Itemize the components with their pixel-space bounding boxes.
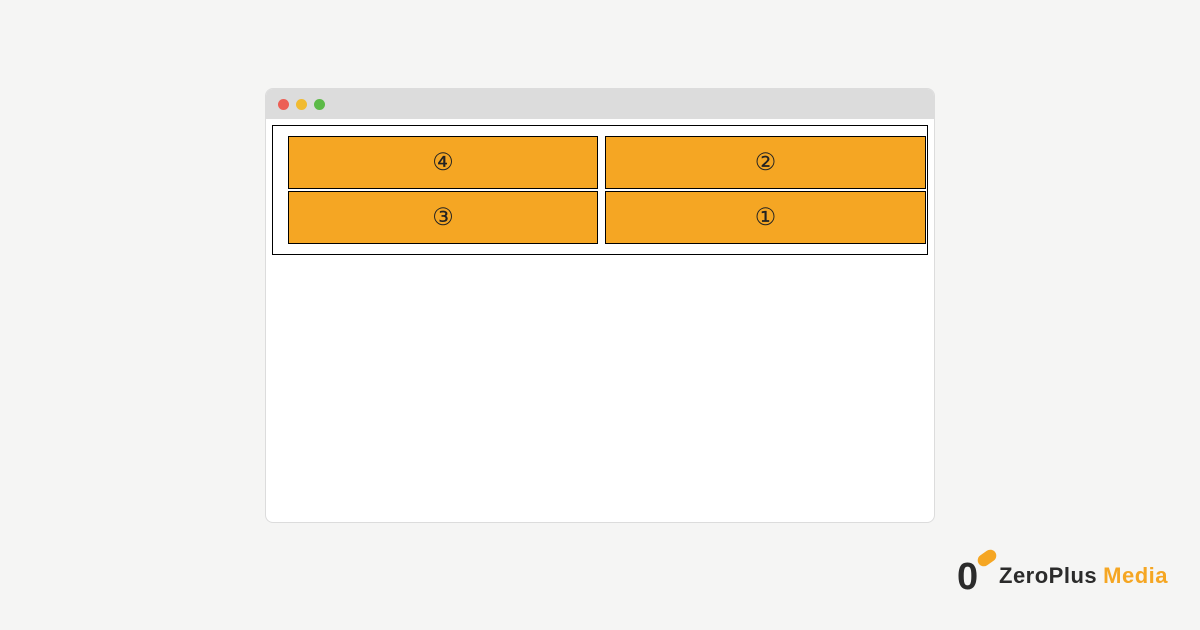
viewport: ④ ② ③ ① [266, 119, 934, 261]
flex-container-demo: ④ ② ③ ① [272, 125, 928, 255]
logo-word-primary: ZeroPlus [999, 563, 1097, 589]
brand-logo: 0 ZeroPlus Media [957, 554, 1168, 598]
traffic-light-minimize-icon[interactable] [296, 99, 307, 110]
logo-accent-icon [975, 547, 998, 568]
window-titlebar [266, 89, 934, 119]
flex-item-label: ③ [432, 203, 454, 232]
logo-zero-glyph: 0 [957, 558, 978, 596]
browser-window-mock: ④ ② ③ ① [265, 88, 935, 523]
flex-item-label: ④ [432, 148, 454, 177]
flex-item-4: ④ [288, 136, 598, 189]
flex-item-3: ③ [288, 191, 598, 244]
logo-mark-icon: 0 [957, 554, 993, 598]
flex-item-2: ② [605, 136, 926, 189]
logo-word-secondary: Media [1103, 563, 1168, 589]
flex-item-label: ② [755, 148, 777, 177]
traffic-light-zoom-icon[interactable] [314, 99, 325, 110]
flex-item-1: ① [605, 191, 926, 244]
flex-item-label: ① [755, 203, 777, 232]
traffic-light-close-icon[interactable] [278, 99, 289, 110]
